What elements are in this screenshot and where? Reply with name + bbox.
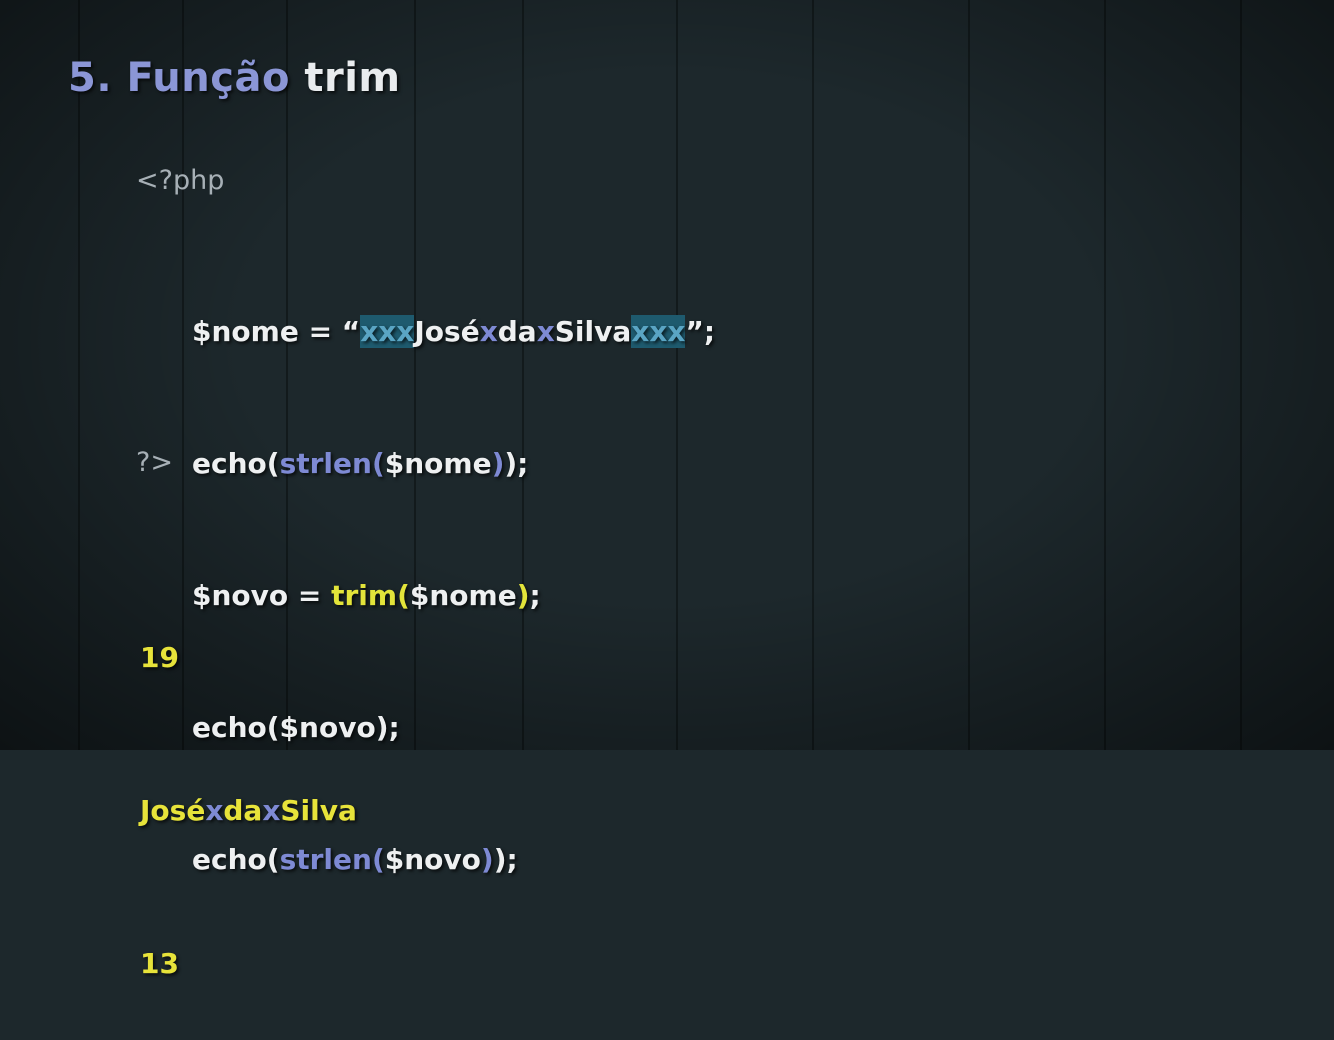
output-text: da <box>223 794 263 827</box>
code-line-1: $nome = “xxxJoséxdaxSilvaxxx”; <box>192 310 715 354</box>
code-text: echo( <box>192 447 280 480</box>
code-text: ); <box>493 843 518 876</box>
output-block: 19 JoséxdaxSilva 13 <box>140 530 357 1040</box>
output-line-1: 19 <box>140 641 179 674</box>
separator-x: x <box>479 315 498 348</box>
output-line-2: JoséxdaxSilva <box>140 785 357 836</box>
leading-padding-highlight: xxx <box>360 315 415 348</box>
code-text: Silva <box>554 315 632 348</box>
paren: ( <box>371 843 385 876</box>
code-text: $nome <box>409 579 517 612</box>
output-text: José <box>140 794 206 827</box>
separator-x: x <box>262 794 281 827</box>
output-line-3: 13 <box>140 947 179 980</box>
title-word-funcao: Função <box>126 55 290 101</box>
function-name: strlen <box>279 447 372 480</box>
paren: ) <box>480 843 494 876</box>
code-text: $nome <box>384 447 492 480</box>
paren: ( <box>371 447 385 480</box>
paren: ( <box>397 579 410 612</box>
code-text: ); <box>504 447 529 480</box>
code-text: ”; <box>685 315 716 348</box>
php-open-tag: <?php <box>136 165 225 196</box>
title-number: 5. <box>68 55 113 101</box>
paren: ) <box>491 447 505 480</box>
code-line-2: echo(strlen($nome)); <box>192 442 715 486</box>
slide-title: 5. Função trim <box>68 55 401 101</box>
separator-x: x <box>536 315 555 348</box>
code-text: $novo <box>384 843 481 876</box>
separator-x: x <box>205 794 224 827</box>
title-word-trim: trim <box>304 55 401 101</box>
trailing-padding-highlight: xxx <box>631 315 686 348</box>
code-text: $nome = “ <box>192 315 361 348</box>
output-text: Silva <box>280 794 357 827</box>
paren: ) <box>516 579 530 612</box>
code-text: ; <box>529 579 541 612</box>
code-text: José <box>414 315 480 348</box>
php-close-tag: ?> <box>136 447 173 478</box>
code-text: da <box>497 315 537 348</box>
